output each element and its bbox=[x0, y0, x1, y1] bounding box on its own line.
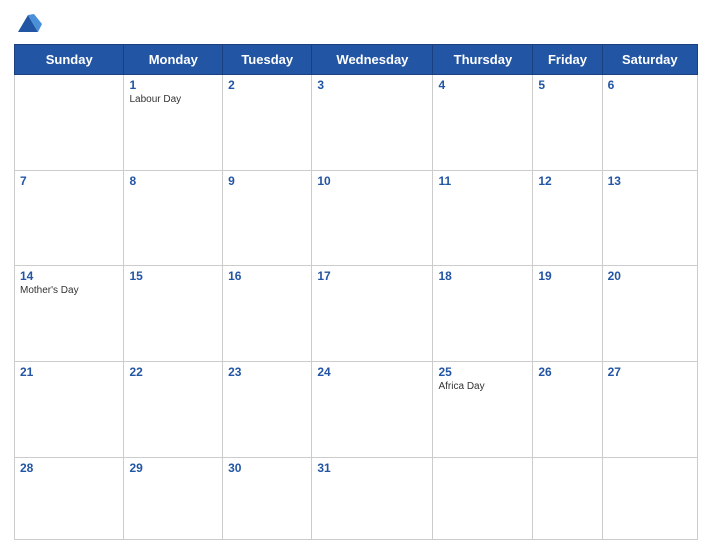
day-number: 23 bbox=[228, 365, 306, 379]
day-number: 15 bbox=[129, 269, 217, 283]
day-number: 20 bbox=[608, 269, 692, 283]
day-number: 26 bbox=[538, 365, 596, 379]
day-number: 5 bbox=[538, 78, 596, 92]
day-header-friday: Friday bbox=[533, 45, 602, 75]
day-cell-20: 20 bbox=[602, 266, 697, 362]
day-number: 30 bbox=[228, 461, 306, 475]
day-number: 10 bbox=[317, 174, 427, 188]
day-number: 19 bbox=[538, 269, 596, 283]
day-cell-10: 10 bbox=[312, 170, 433, 266]
day-cell-24: 24 bbox=[312, 361, 433, 457]
day-number: 2 bbox=[228, 78, 306, 92]
day-cell-11: 11 bbox=[433, 170, 533, 266]
day-number: 28 bbox=[20, 461, 118, 475]
day-number: 11 bbox=[438, 174, 527, 188]
day-number: 13 bbox=[608, 174, 692, 188]
day-cell-4: 4 bbox=[433, 75, 533, 171]
day-cell-6: 6 bbox=[602, 75, 697, 171]
day-cell-12: 12 bbox=[533, 170, 602, 266]
day-number: 21 bbox=[20, 365, 118, 379]
day-cell-18: 18 bbox=[433, 266, 533, 362]
day-cell-16: 16 bbox=[223, 266, 312, 362]
day-cell-30: 30 bbox=[223, 457, 312, 539]
day-number: 9 bbox=[228, 174, 306, 188]
day-cell-9: 9 bbox=[223, 170, 312, 266]
day-cell-26: 26 bbox=[533, 361, 602, 457]
day-number: 6 bbox=[608, 78, 692, 92]
day-cell-2: 2 bbox=[223, 75, 312, 171]
day-cell-19: 19 bbox=[533, 266, 602, 362]
day-cell-29: 29 bbox=[124, 457, 223, 539]
day-number: 17 bbox=[317, 269, 427, 283]
day-number: 1 bbox=[129, 78, 217, 92]
day-header-thursday: Thursday bbox=[433, 45, 533, 75]
day-number: 14 bbox=[20, 269, 118, 283]
day-cell-23: 23 bbox=[223, 361, 312, 457]
day-cell-1: 1 Labour Day bbox=[124, 75, 223, 171]
day-number: 25 bbox=[438, 365, 527, 379]
day-cell-25: 25 Africa Day bbox=[433, 361, 533, 457]
empty-cell bbox=[15, 75, 124, 171]
day-cell-31: 31 bbox=[312, 457, 433, 539]
day-number: 27 bbox=[608, 365, 692, 379]
day-number: 7 bbox=[20, 174, 118, 188]
day-cell-17: 17 bbox=[312, 266, 433, 362]
day-number: 18 bbox=[438, 269, 527, 283]
day-number: 22 bbox=[129, 365, 217, 379]
day-number: 31 bbox=[317, 461, 427, 475]
empty-cell bbox=[602, 457, 697, 539]
day-number: 24 bbox=[317, 365, 427, 379]
day-header-sunday: Sunday bbox=[15, 45, 124, 75]
day-number: 8 bbox=[129, 174, 217, 188]
week-row-5: 28 29 30 31 bbox=[15, 457, 698, 539]
day-header-saturday: Saturday bbox=[602, 45, 697, 75]
day-header-wednesday: Wednesday bbox=[312, 45, 433, 75]
day-cell-15: 15 bbox=[124, 266, 223, 362]
day-cell-21: 21 bbox=[15, 361, 124, 457]
logo bbox=[14, 10, 46, 38]
week-row-2: 789 10 11 12 13 bbox=[15, 170, 698, 266]
day-cell-14: 14 Mother's Day bbox=[15, 266, 124, 362]
holiday-name: Mother's Day bbox=[20, 285, 118, 297]
country-label bbox=[618, 10, 698, 14]
empty-cell bbox=[433, 457, 533, 539]
day-cell-28: 28 bbox=[15, 457, 124, 539]
day-cell-8: 8 bbox=[124, 170, 223, 266]
week-row-1: 1 Labour Day 23456 bbox=[15, 75, 698, 171]
logo-icon bbox=[14, 10, 42, 38]
day-number: 3 bbox=[317, 78, 427, 92]
day-cell-13: 13 bbox=[602, 170, 697, 266]
day-header-tuesday: Tuesday bbox=[223, 45, 312, 75]
week-row-4: 21 22 23 24 25 Africa Day 26 27 bbox=[15, 361, 698, 457]
day-number: 12 bbox=[538, 174, 596, 188]
day-number: 16 bbox=[228, 269, 306, 283]
calendar-table: SundayMondayTuesdayWednesdayThursdayFrid… bbox=[14, 44, 698, 540]
header bbox=[14, 10, 698, 38]
day-cell-7: 7 bbox=[15, 170, 124, 266]
day-cell-27: 27 bbox=[602, 361, 697, 457]
holiday-name: Africa Day bbox=[438, 381, 527, 393]
calendar-page: SundayMondayTuesdayWednesdayThursdayFrid… bbox=[0, 0, 712, 550]
day-cell-3: 3 bbox=[312, 75, 433, 171]
header-row: SundayMondayTuesdayWednesdayThursdayFrid… bbox=[15, 45, 698, 75]
week-row-3: 14 Mother's Day 15 16 17 18 19 20 bbox=[15, 266, 698, 362]
empty-cell bbox=[533, 457, 602, 539]
day-header-monday: Monday bbox=[124, 45, 223, 75]
day-cell-22: 22 bbox=[124, 361, 223, 457]
holiday-name: Labour Day bbox=[129, 94, 217, 106]
day-cell-5: 5 bbox=[533, 75, 602, 171]
day-number: 29 bbox=[129, 461, 217, 475]
day-number: 4 bbox=[438, 78, 527, 92]
